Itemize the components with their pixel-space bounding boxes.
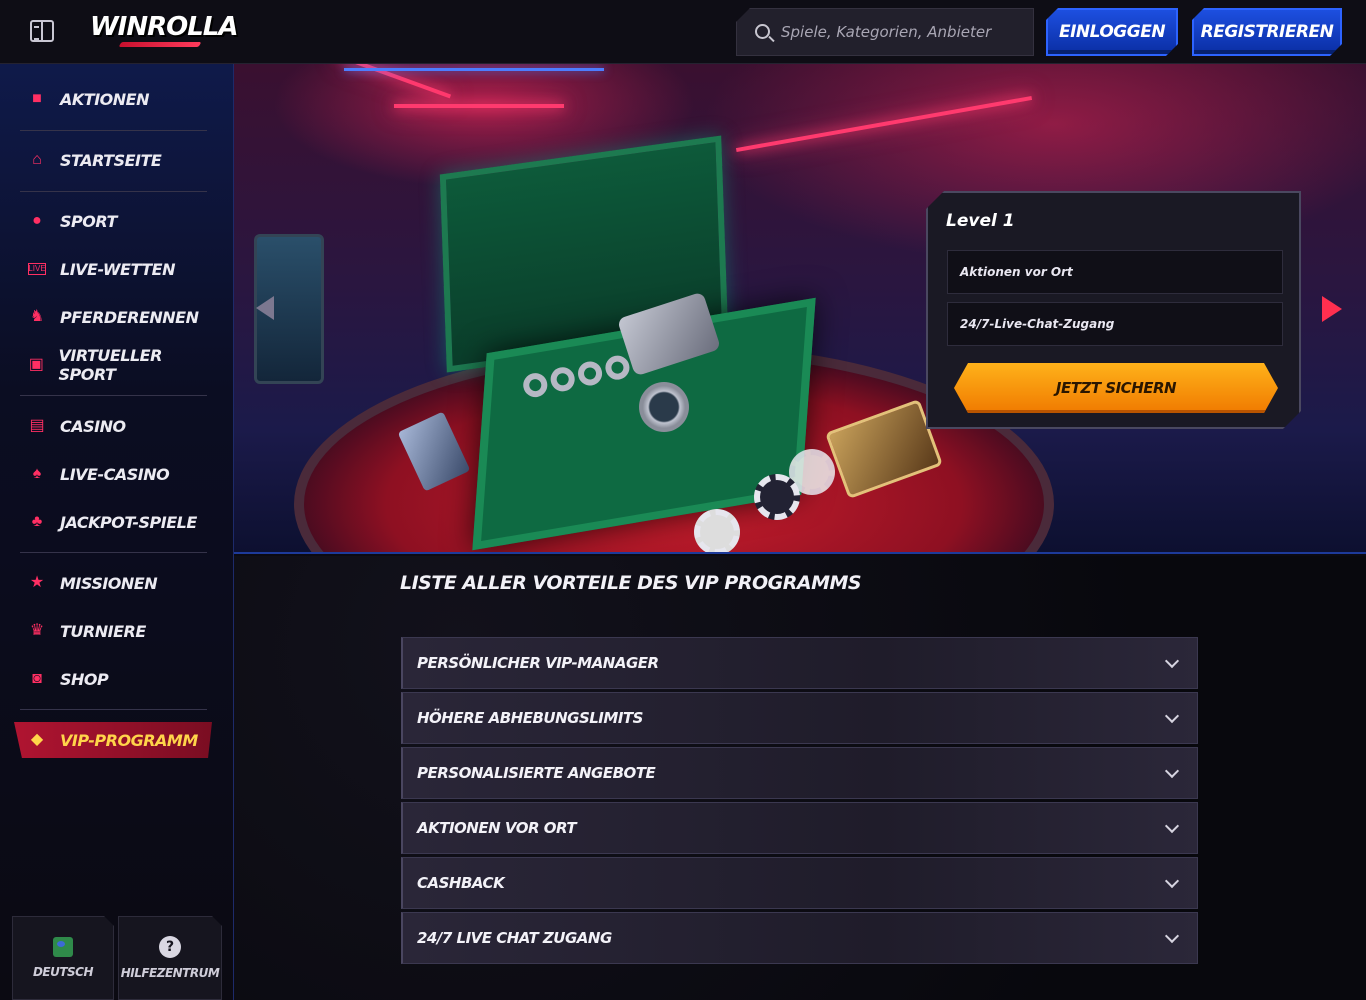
sidebar-item-pferderennen[interactable]: ♞ PFERDERENNEN — [20, 297, 210, 337]
level-title: Level 1 — [946, 211, 1015, 231]
accordion-item[interactable]: AKTIONEN VOR ORT — [401, 802, 1198, 854]
accordion-label: AKTIONEN VOR ORT — [417, 819, 577, 837]
search-bar[interactable] — [736, 8, 1034, 56]
vip-benefits-section: LISTE ALLER VORTEILE DES VIP PROGRAMMS P… — [234, 556, 1366, 1000]
search-icon — [755, 24, 770, 39]
live-icon: LIVE — [28, 263, 46, 275]
sidebar-item-jackpot-spiele[interactable]: ♣ JACKPOT-SPIELE — [20, 502, 210, 542]
neon-light — [394, 104, 564, 108]
sidebar-item-label: SPORT — [60, 211, 117, 231]
sidebar-item-startseite[interactable]: ⌂ STARTSEITE — [20, 140, 210, 180]
question-icon: ? — [159, 936, 181, 958]
bag-icon: ◙ — [32, 670, 42, 687]
sidebar-item-casino[interactable]: ▤ CASINO — [20, 406, 210, 446]
level-benefit: Aktionen vor Ort — [947, 250, 1283, 294]
claim-now-button[interactable]: JETZT SICHERN — [954, 363, 1278, 413]
neon-light — [344, 68, 604, 71]
accordion-item[interactable]: CASHBACK — [401, 857, 1198, 909]
accordion-item[interactable]: 24/7 LIVE CHAT ZUGANG — [401, 912, 1198, 964]
home-icon: ⌂ — [32, 151, 42, 168]
sidebar-item-vip-programm[interactable]: ◆ VIP-PROGRAMM — [20, 720, 210, 760]
sidebar-divider — [20, 552, 207, 553]
sidebar-divider — [20, 191, 207, 192]
sidebar-item-missionen[interactable]: ★ MISSIONEN — [20, 563, 210, 603]
sidebar-item-live-casino[interactable]: ♠ LIVE-CASINO — [20, 454, 210, 494]
sidebar: ■ AKTIONEN ⌂ STARTSEITE ● SPORT LIVE LIV… — [0, 64, 234, 1000]
section-title: LISTE ALLER VORTEILE DES VIP PROGRAMMS — [400, 572, 862, 594]
level-benefit: 24/7-Live-Chat-Zugang — [947, 302, 1283, 346]
language-label: DEUTSCH — [32, 965, 94, 979]
sidebar-item-label: LIVE-WETTEN — [60, 259, 175, 279]
sidebar-item-label: MISSIONEN — [60, 573, 158, 593]
accordion-label: PERSÖNLICHER VIP-MANAGER — [417, 654, 659, 672]
chevron-down-icon — [1164, 653, 1180, 669]
sidebar-item-label: VIP-PROGRAMM — [60, 730, 198, 750]
clover-icon: ♣ — [31, 513, 43, 530]
sidebar-item-label: STARTSEITE — [60, 150, 162, 170]
gift-icon: ■ — [32, 90, 42, 107]
accordion-label: 24/7 LIVE CHAT ZUGANG — [417, 929, 612, 947]
chevron-down-icon — [1164, 708, 1180, 724]
accordion-label: CASHBACK — [417, 874, 505, 892]
slot-icon: ▤ — [29, 417, 45, 434]
help-label: HILFEZENTRUM — [120, 966, 220, 980]
sidebar-item-label: AKTIONEN — [60, 89, 149, 109]
sidebar-divider — [20, 130, 207, 131]
chevron-down-icon — [1164, 818, 1180, 834]
vip-level-card: Level 1 Aktionen vor Ort 24/7-Live-Chat-… — [926, 191, 1301, 429]
sidebar-item-label: JACKPOT-SPIELE — [60, 512, 197, 532]
sidebar-divider — [20, 395, 207, 396]
diamond-icon: ◆ — [30, 731, 44, 748]
carousel-prev-icon[interactable] — [256, 296, 274, 320]
sidebar-bottom-tabs: DEUTSCH ? HILFEZENTRUM — [12, 916, 222, 1000]
sidebar-toggle-icon[interactable] — [30, 20, 54, 42]
language-selector[interactable]: DEUTSCH — [12, 916, 114, 1000]
watch-decor — [639, 382, 689, 432]
sidebar-item-label: VIRTUELLER SPORT — [58, 346, 163, 384]
sidebar-item-sport[interactable]: ● SPORT — [20, 201, 210, 241]
poker-chip-decor — [694, 509, 740, 552]
accordion-item[interactable]: HÖHERE ABHEBUNGSLIMITS — [401, 692, 1198, 744]
sidebar-item-virtueller-sport[interactable]: ▣ VIRTUELLER SPORT — [20, 345, 210, 385]
sidebar-item-aktionen[interactable]: ■ AKTIONEN — [20, 79, 210, 119]
sidebar-item-label: LIVE-CASINO — [60, 464, 170, 484]
globe-icon — [53, 937, 73, 957]
top-bar: WINROLLA EINLOGGEN REGISTRIEREN — [0, 0, 1366, 64]
trophy-icon: ♛ — [29, 622, 45, 639]
carousel-next-icon[interactable] — [1322, 296, 1342, 322]
poker-chip-decor — [754, 474, 800, 520]
search-input[interactable] — [781, 19, 1021, 45]
neon-light — [735, 95, 1033, 153]
sidebar-item-label: SHOP — [60, 669, 109, 689]
sidebar-item-turniere[interactable]: ♛ TURNIERE — [20, 611, 210, 651]
login-button[interactable]: EINLOGGEN — [1046, 8, 1178, 56]
accordion-label: HÖHERE ABHEBUNGSLIMITS — [417, 709, 643, 727]
logo-swoosh — [118, 42, 202, 47]
accordion-label: PERSONALISIERTE ANGEBOTE — [417, 764, 656, 782]
chevron-down-icon — [1164, 928, 1180, 944]
star-badge-icon: ★ — [29, 574, 45, 591]
sidebar-item-shop[interactable]: ◙ SHOP — [20, 659, 210, 699]
sidebar-item-label: PFERDERENNEN — [60, 307, 199, 327]
horse-icon: ♞ — [29, 308, 45, 325]
accordion-item[interactable]: PERSONALISIERTE ANGEBOTE — [401, 747, 1198, 799]
basketball-icon: ● — [32, 212, 42, 229]
sidebar-item-label: CASINO — [60, 416, 126, 436]
accordion-item[interactable]: PERSÖNLICHER VIP-MANAGER — [401, 637, 1198, 689]
chevron-down-icon — [1164, 873, 1180, 889]
card-icon: ♠ — [32, 465, 42, 482]
winrolla-logo[interactable]: WINROLLA — [90, 12, 238, 42]
help-center-button[interactable]: ? HILFEZENTRUM — [118, 916, 222, 1000]
register-button[interactable]: REGISTRIEREN — [1192, 8, 1342, 56]
sidebar-item-label: TURNIERE — [60, 621, 146, 641]
monitor-icon: ▣ — [28, 356, 44, 373]
sidebar-divider — [20, 709, 207, 710]
chevron-down-icon — [1164, 763, 1180, 779]
sidebar-item-live-wetten[interactable]: LIVE LIVE-WETTEN — [20, 249, 210, 289]
